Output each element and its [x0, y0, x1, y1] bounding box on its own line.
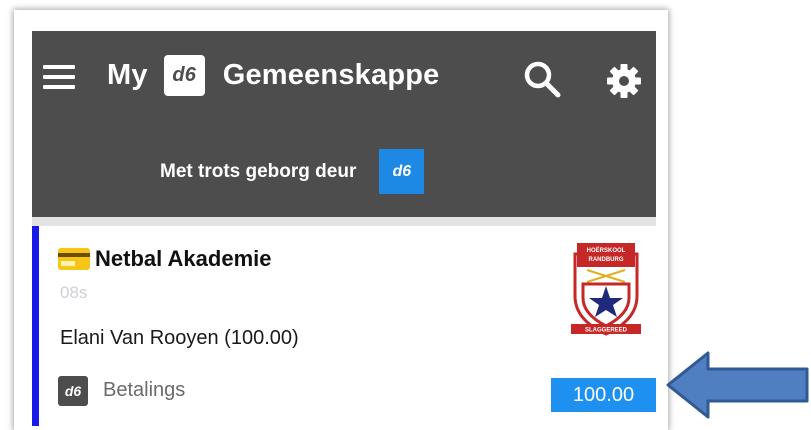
amount-badge[interactable]: 100.00	[551, 378, 656, 412]
gear-icon[interactable]	[604, 61, 644, 101]
pointer-arrow-icon	[666, 351, 809, 419]
footer-d6-logo: d6	[58, 376, 88, 406]
sponsor-logo[interactable]: d6	[379, 149, 425, 194]
credit-card-icon	[58, 248, 90, 270]
card-subtitle: 08s	[60, 283, 88, 302]
divider	[32, 217, 656, 226]
crest-top-text: HOËRSKOOL	[587, 247, 626, 254]
d6-logo: d6	[163, 54, 205, 96]
crest-motto: SLAGGEREED	[585, 328, 628, 334]
title-suffix: Gemeenskappe	[222, 58, 440, 91]
card-accent-bar	[32, 226, 39, 426]
crest-top-text2: RANDBURG	[589, 257, 624, 263]
app-bar: My d6 Gemeenskappe Met trots geborg deur…	[32, 31, 656, 217]
sponsor-text: Met trots geborg deur	[160, 160, 357, 182]
menu-icon[interactable]	[43, 65, 75, 89]
title-prefix: My	[107, 58, 148, 91]
school-crest-icon: HOËRSKOOL RANDBURG SLAGGEREED	[571, 243, 641, 336]
community-card[interactable]: Netbal Akademie 08s Elani Van Rooyen (10…	[32, 226, 656, 426]
phone-frame: My d6 Gemeenskappe Met trots geborg deur…	[14, 10, 668, 430]
app-screen: My d6 Gemeenskappe Met trots geborg deur…	[32, 31, 656, 426]
search-icon[interactable]	[522, 59, 562, 99]
card-title-row: Netbal Akademie	[58, 246, 271, 272]
card-person: Elani Van Rooyen (100.00)	[60, 327, 299, 349]
app-title: My d6 Gemeenskappe	[107, 53, 439, 97]
card-title: Netbal Akademie	[95, 246, 272, 271]
footer-label: Betalings	[103, 379, 186, 401]
sponsor-row: Met trots geborg deur d6	[160, 149, 425, 194]
